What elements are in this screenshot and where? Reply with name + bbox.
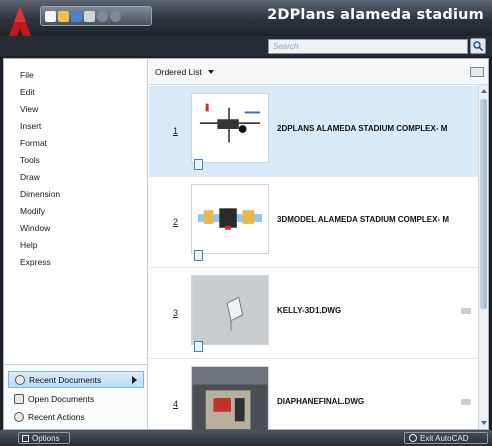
save-icon[interactable] — [71, 10, 82, 22]
document-thumbnail — [191, 275, 269, 345]
footer-bar: Options Exit AutoCAD — [0, 430, 492, 446]
document-thumbnail — [191, 184, 269, 254]
options-button[interactable]: Options — [18, 432, 70, 444]
menu-item-tools[interactable]: Tools — [20, 155, 40, 165]
application-menu-panel: File Edit View Insert Format Tools Draw … — [3, 58, 489, 436]
recent-actions-label: Recent Actions — [28, 411, 85, 422]
arrow-right-icon — [132, 375, 137, 384]
document-number: 1 — [173, 126, 179, 136]
print-icon[interactable] — [84, 10, 95, 22]
list-item[interactable]: 2 3DMODEL ALAMEDA STADIUM COMPLEX- M — [149, 177, 479, 268]
search-bar: Search — [0, 36, 492, 56]
clock-icon — [15, 374, 25, 385]
document-icon — [194, 250, 203, 261]
document-number: 2 — [173, 217, 179, 227]
redo-icon[interactable] — [110, 10, 121, 22]
quick-access-toolbar — [40, 6, 152, 26]
menu-item-insert[interactable]: Insert — [20, 121, 41, 131]
display-options-icon[interactable] — [470, 67, 484, 77]
recent-documents-label: Recent Documents — [29, 374, 102, 385]
scroll-down-icon[interactable] — [481, 421, 487, 425]
document-name: 3DMODEL ALAMEDA STADIUM COMPLEX- M — [277, 215, 449, 224]
menu-item-format[interactable]: Format — [20, 138, 47, 148]
menu-item-help[interactable]: Help — [20, 240, 37, 250]
menu-item-dimension[interactable]: Dimension — [20, 189, 60, 199]
search-input[interactable]: Search — [268, 39, 468, 54]
pin-icon[interactable] — [461, 399, 471, 405]
document-name: 2DPLANS ALAMEDA STADIUM COMPLEX- M — [277, 124, 448, 133]
scrollbar-thumb[interactable] — [480, 99, 487, 309]
ordered-list-label: Ordered List — [155, 67, 202, 77]
list-scrollbar[interactable] — [478, 85, 488, 429]
document-number: 4 — [173, 399, 179, 409]
menu-item-edit[interactable]: Edit — [20, 87, 35, 97]
recent-actions-button[interactable]: Recent Actions — [8, 408, 144, 425]
window-title: 2DPlans alameda stadium — [267, 7, 484, 23]
document-icon — [194, 341, 203, 352]
list-item[interactable]: 3 KELLY-3D1.DWG — [149, 268, 479, 359]
pin-icon[interactable] — [461, 308, 471, 314]
recent-documents-button[interactable]: Recent Documents — [8, 371, 144, 388]
exit-autocad-button[interactable]: Exit AutoCAD — [404, 432, 488, 444]
chevron-down-icon — [207, 70, 214, 74]
document-number: 3 — [173, 308, 179, 318]
menu-item-view[interactable]: View — [20, 104, 38, 114]
exit-label: Exit AutoCAD — [420, 433, 469, 443]
document-icon — [194, 159, 203, 170]
menu-list: File Edit View Insert Format Tools Draw … — [4, 59, 148, 429]
menu-item-file[interactable]: File — [20, 70, 34, 80]
open-documents-label: Open Documents — [28, 393, 95, 404]
list-item[interactable]: 4 DIAPHANEFINAL.DWG — [149, 359, 479, 436]
document-thumbnail — [191, 93, 269, 163]
options-icon — [22, 434, 29, 442]
document-name: DIAPHANEFINAL.DWG — [277, 397, 365, 406]
options-label: Options — [32, 433, 60, 443]
ordered-list-dropdown[interactable]: Ordered List — [155, 67, 214, 77]
list-item[interactable]: 1 2DPLANS ALAMEDA STADIUM COMPLEX- M — [149, 86, 479, 177]
open-icon[interactable] — [58, 10, 69, 22]
open-documents-button[interactable]: Open Documents — [8, 390, 144, 407]
new-icon[interactable] — [45, 10, 56, 22]
menu-item-express[interactable]: Express — [20, 257, 51, 267]
document-thumbnail — [191, 366, 269, 436]
menu-item-draw[interactable]: Draw — [20, 172, 40, 182]
document-view-options: Recent Documents Open Documents Recent A… — [4, 364, 147, 429]
document-name: KELLY-3D1.DWG — [277, 306, 342, 315]
undo-icon[interactable] — [97, 10, 108, 22]
search-icon — [473, 41, 483, 51]
list-header: Ordered List — [149, 59, 488, 85]
menu-item-window[interactable]: Window — [20, 223, 50, 233]
power-icon — [409, 434, 417, 442]
menu-item-modify[interactable]: Modify — [20, 206, 45, 216]
actions-icon — [14, 411, 24, 422]
documents-icon — [14, 393, 24, 404]
search-button[interactable] — [470, 38, 486, 54]
title-bar: 2DPlans alameda stadium — [0, 0, 492, 44]
scroll-up-icon[interactable] — [481, 89, 487, 93]
